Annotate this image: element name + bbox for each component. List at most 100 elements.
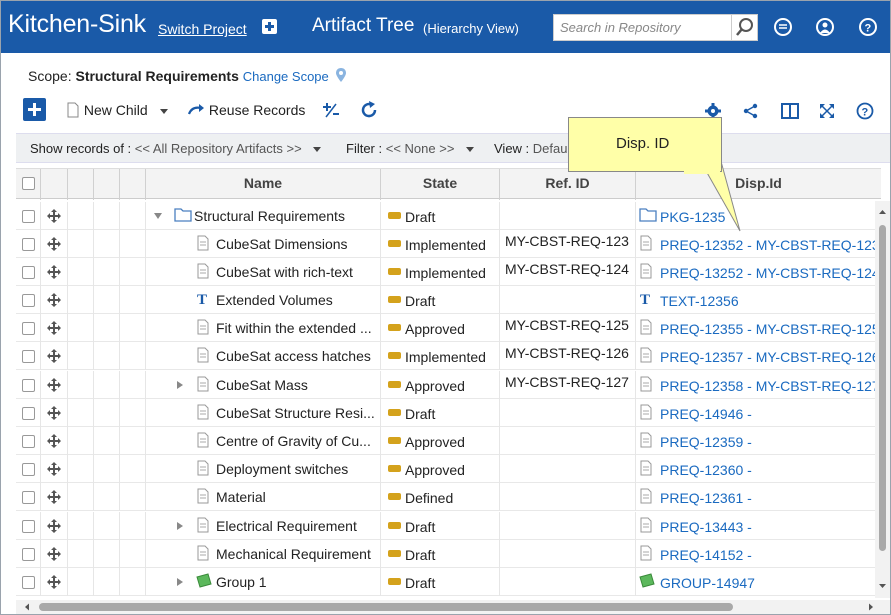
reuse-records-button[interactable]: Reuse Records [187,102,305,118]
row-checkbox[interactable] [22,491,35,504]
ref-cell[interactable] [500,399,636,427]
row-disp-id-link[interactable]: TEXT-12356 [660,293,739,309]
table-row[interactable]: Mechanical Requirement Draft PREQ-14152 … [16,540,881,568]
row-name[interactable]: Fit within the extended ... [216,320,372,336]
add-remove-icon[interactable] [321,101,341,119]
expand-icon[interactable] [177,381,183,389]
row-name[interactable]: CubeSat Structure Resi... [216,405,375,421]
row-checkbox[interactable] [22,266,35,279]
row-name[interactable]: Extended Volumes [216,292,333,308]
ref-cell[interactable]: MY-CBST-REQ-125 [500,314,636,342]
horizontal-scroll-thumb[interactable] [39,603,733,611]
disp-cell[interactable]: PREQ-12355 - MY-CBST-REQ-125 [636,314,881,342]
row-name[interactable]: Group 1 [216,574,267,590]
columns-icon[interactable] [781,103,799,119]
column-header-state[interactable]: State [381,169,500,200]
move-icon[interactable] [46,292,62,308]
row-checkbox[interactable] [22,576,35,589]
disp-cell[interactable]: PREQ-12358 - MY-CBST-REQ-127 [636,371,881,399]
name-cell[interactable]: Fit within the extended ... [146,314,381,342]
row-disp-id-link[interactable]: PREQ-12355 - MY-CBST-REQ-125 [660,321,880,337]
ref-cell[interactable] [500,202,636,230]
user-icon[interactable] [816,18,834,36]
table-row[interactable]: CubeSat with rich-text Implemented MY-CB… [16,258,881,286]
move-icon[interactable] [46,236,62,252]
add-button[interactable] [23,98,46,121]
create-plus-icon[interactable] [262,19,277,34]
row-name[interactable]: CubeSat Mass [216,377,308,393]
select-all-checkbox[interactable] [22,177,35,190]
name-cell[interactable]: Deployment switches [146,455,381,483]
column-header-ref-id[interactable]: Ref. ID [500,169,636,200]
state-cell[interactable]: Draft [381,202,500,230]
scroll-right-icon[interactable] [864,600,878,614]
vertical-scrollbar[interactable] [875,201,890,598]
state-cell[interactable]: Implemented [381,258,500,286]
expand-icon[interactable] [177,578,183,586]
row-disp-id-link[interactable]: PREQ-12352 - MY-CBST-REQ-123 [660,237,880,253]
state-cell[interactable]: Approved [381,371,500,399]
name-cell[interactable]: Centre of Gravity of Cu... [146,427,381,455]
disp-cell[interactable]: PREQ-13443 - [636,512,881,540]
row-disp-id-link[interactable]: PREQ-13252 - MY-CBST-REQ-124 [660,265,880,281]
state-cell[interactable]: Approved [381,314,500,342]
name-cell[interactable]: Material [146,483,381,511]
ref-cell[interactable] [500,455,636,483]
help-circle-icon[interactable]: ? [856,102,874,120]
table-row[interactable]: Structural Requirements Draft PKG-1235 [16,202,881,230]
state-cell[interactable]: Draft [381,540,500,568]
view-dropdown[interactable]: View : Defau [494,141,568,156]
state-cell[interactable]: Approved [381,455,500,483]
name-cell[interactable]: Mechanical Requirement [146,540,381,568]
move-icon[interactable] [46,208,62,224]
table-row[interactable]: Fit within the extended ... Approved MY-… [16,314,881,342]
table-row[interactable]: CubeSat Mass Approved MY-CBST-REQ-127 PR… [16,371,881,399]
move-icon[interactable] [46,377,62,393]
move-icon[interactable] [46,461,62,477]
name-cell[interactable]: Group 1 [146,568,381,596]
row-name[interactable]: Mechanical Requirement [216,546,371,562]
row-name[interactable]: Deployment switches [216,461,348,477]
expand-icon[interactable] [819,103,835,119]
switch-project-link[interactable]: Switch Project [158,21,247,37]
row-disp-id-link[interactable]: PREQ-14152 - [660,547,752,563]
disp-cell[interactable]: PREQ-14152 - [636,540,881,568]
move-icon[interactable] [46,320,62,336]
row-checkbox[interactable] [22,379,35,392]
row-disp-id-link[interactable]: PREQ-14946 - [660,406,752,422]
disp-cell[interactable]: PREQ-12360 - [636,455,881,483]
move-icon[interactable] [46,405,62,421]
column-header-disp-id[interactable]: Disp.Id [636,169,881,200]
row-name[interactable]: CubeSat Dimensions [216,236,348,252]
table-row[interactable]: Deployment switches Approved PREQ-12360 … [16,455,881,483]
move-icon[interactable] [46,574,62,590]
horizontal-scrollbar[interactable] [16,600,890,614]
search-button[interactable] [731,15,757,40]
state-cell[interactable]: Draft [381,512,500,540]
name-cell[interactable]: CubeSat Dimensions [146,230,381,258]
row-disp-id-link[interactable]: PREQ-12361 - [660,490,752,506]
disp-cell[interactable]: PREQ-14946 - [636,399,881,427]
scroll-down-icon[interactable] [875,579,890,593]
ref-cell[interactable]: MY-CBST-REQ-123 [500,230,636,258]
filter-dropdown[interactable]: Filter : << None >> [346,141,475,156]
table-row[interactable]: CubeSat Dimensions Implemented MY-CBST-R… [16,230,881,258]
scroll-up-icon[interactable] [875,205,890,219]
disp-cell[interactable]: PREQ-13252 - MY-CBST-REQ-124 [636,258,881,286]
location-pin-icon[interactable] [335,67,347,83]
disp-cell[interactable]: PREQ-12359 - [636,427,881,455]
state-cell[interactable]: Draft [381,568,500,596]
move-icon[interactable] [46,489,62,505]
scroll-left-icon[interactable] [20,600,34,614]
ref-cell[interactable] [500,286,636,314]
table-row[interactable]: Electrical Requirement Draft PREQ-13443 … [16,512,881,540]
ref-cell[interactable] [500,427,636,455]
row-checkbox[interactable] [22,322,35,335]
name-cell[interactable]: CubeSat Structure Resi... [146,399,381,427]
row-name[interactable]: CubeSat with rich-text [216,264,353,280]
name-cell[interactable]: CubeSat Mass [146,371,381,399]
state-cell[interactable]: Draft [381,399,500,427]
move-icon[interactable] [46,518,62,534]
notes-icon[interactable] [774,18,792,36]
name-cell[interactable]: Structural Requirements [146,202,381,230]
